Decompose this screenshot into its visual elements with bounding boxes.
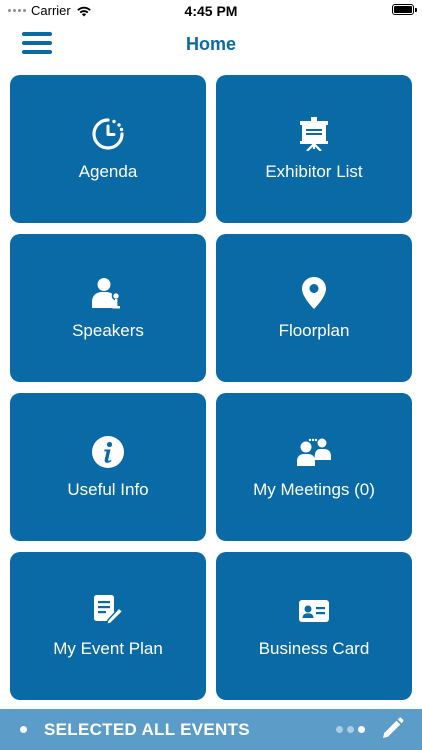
speaker-person-icon (90, 275, 126, 311)
pencil-icon[interactable] (380, 717, 404, 741)
tile-my-event-plan[interactable]: My Event Plan (10, 552, 206, 700)
page-dot (336, 726, 343, 733)
tile-floorplan[interactable]: Floorplan (216, 234, 412, 382)
tile-label: My Event Plan (53, 639, 163, 658)
page-dot (347, 726, 354, 733)
presentation-board-icon (296, 116, 332, 152)
map-pin-icon (296, 275, 332, 311)
tile-label: Exhibitor List (265, 162, 363, 181)
tile-useful-info[interactable]: Useful Info (10, 393, 206, 541)
meeting-people-icon (296, 434, 332, 470)
tile-label: My Meetings (0) (253, 480, 375, 499)
tile-label: Agenda (78, 162, 138, 181)
event-selector-bar: SELECTED ALL EVENTS (0, 709, 422, 750)
tile-agenda[interactable]: Agenda (10, 75, 206, 223)
bullet-icon (20, 726, 27, 733)
tile-label: Floorplan (278, 321, 350, 340)
page-title: Home (185, 34, 236, 54)
status-bar: Carrier 4:45 PM (0, 0, 422, 22)
battery-icon (392, 4, 417, 15)
selected-events-label[interactable]: SELECTED ALL EVENTS (44, 720, 250, 740)
id-card-icon (296, 593, 332, 629)
tile-business-card[interactable]: Business Card (216, 552, 412, 700)
document-edit-icon (90, 593, 126, 629)
tile-my-meetings[interactable]: My Meetings (0) (216, 393, 412, 541)
clock-icon (90, 116, 126, 152)
page-indicator[interactable] (336, 726, 365, 733)
navigation-bar: Home (0, 22, 422, 66)
status-time: 4:45 PM (184, 3, 238, 19)
info-icon (90, 434, 126, 470)
tile-label: Business Card (258, 639, 370, 658)
hamburger-menu-icon[interactable] (22, 32, 52, 56)
tile-label: Useful Info (67, 480, 149, 499)
page-dot (358, 726, 365, 733)
tile-label: Speakers (72, 321, 144, 340)
home-tile-grid: Agenda Exhibitor List Speakers Floorplan… (10, 75, 412, 700)
tile-exhibitor-list[interactable]: Exhibitor List (216, 75, 412, 223)
tile-speakers[interactable]: Speakers (10, 234, 206, 382)
